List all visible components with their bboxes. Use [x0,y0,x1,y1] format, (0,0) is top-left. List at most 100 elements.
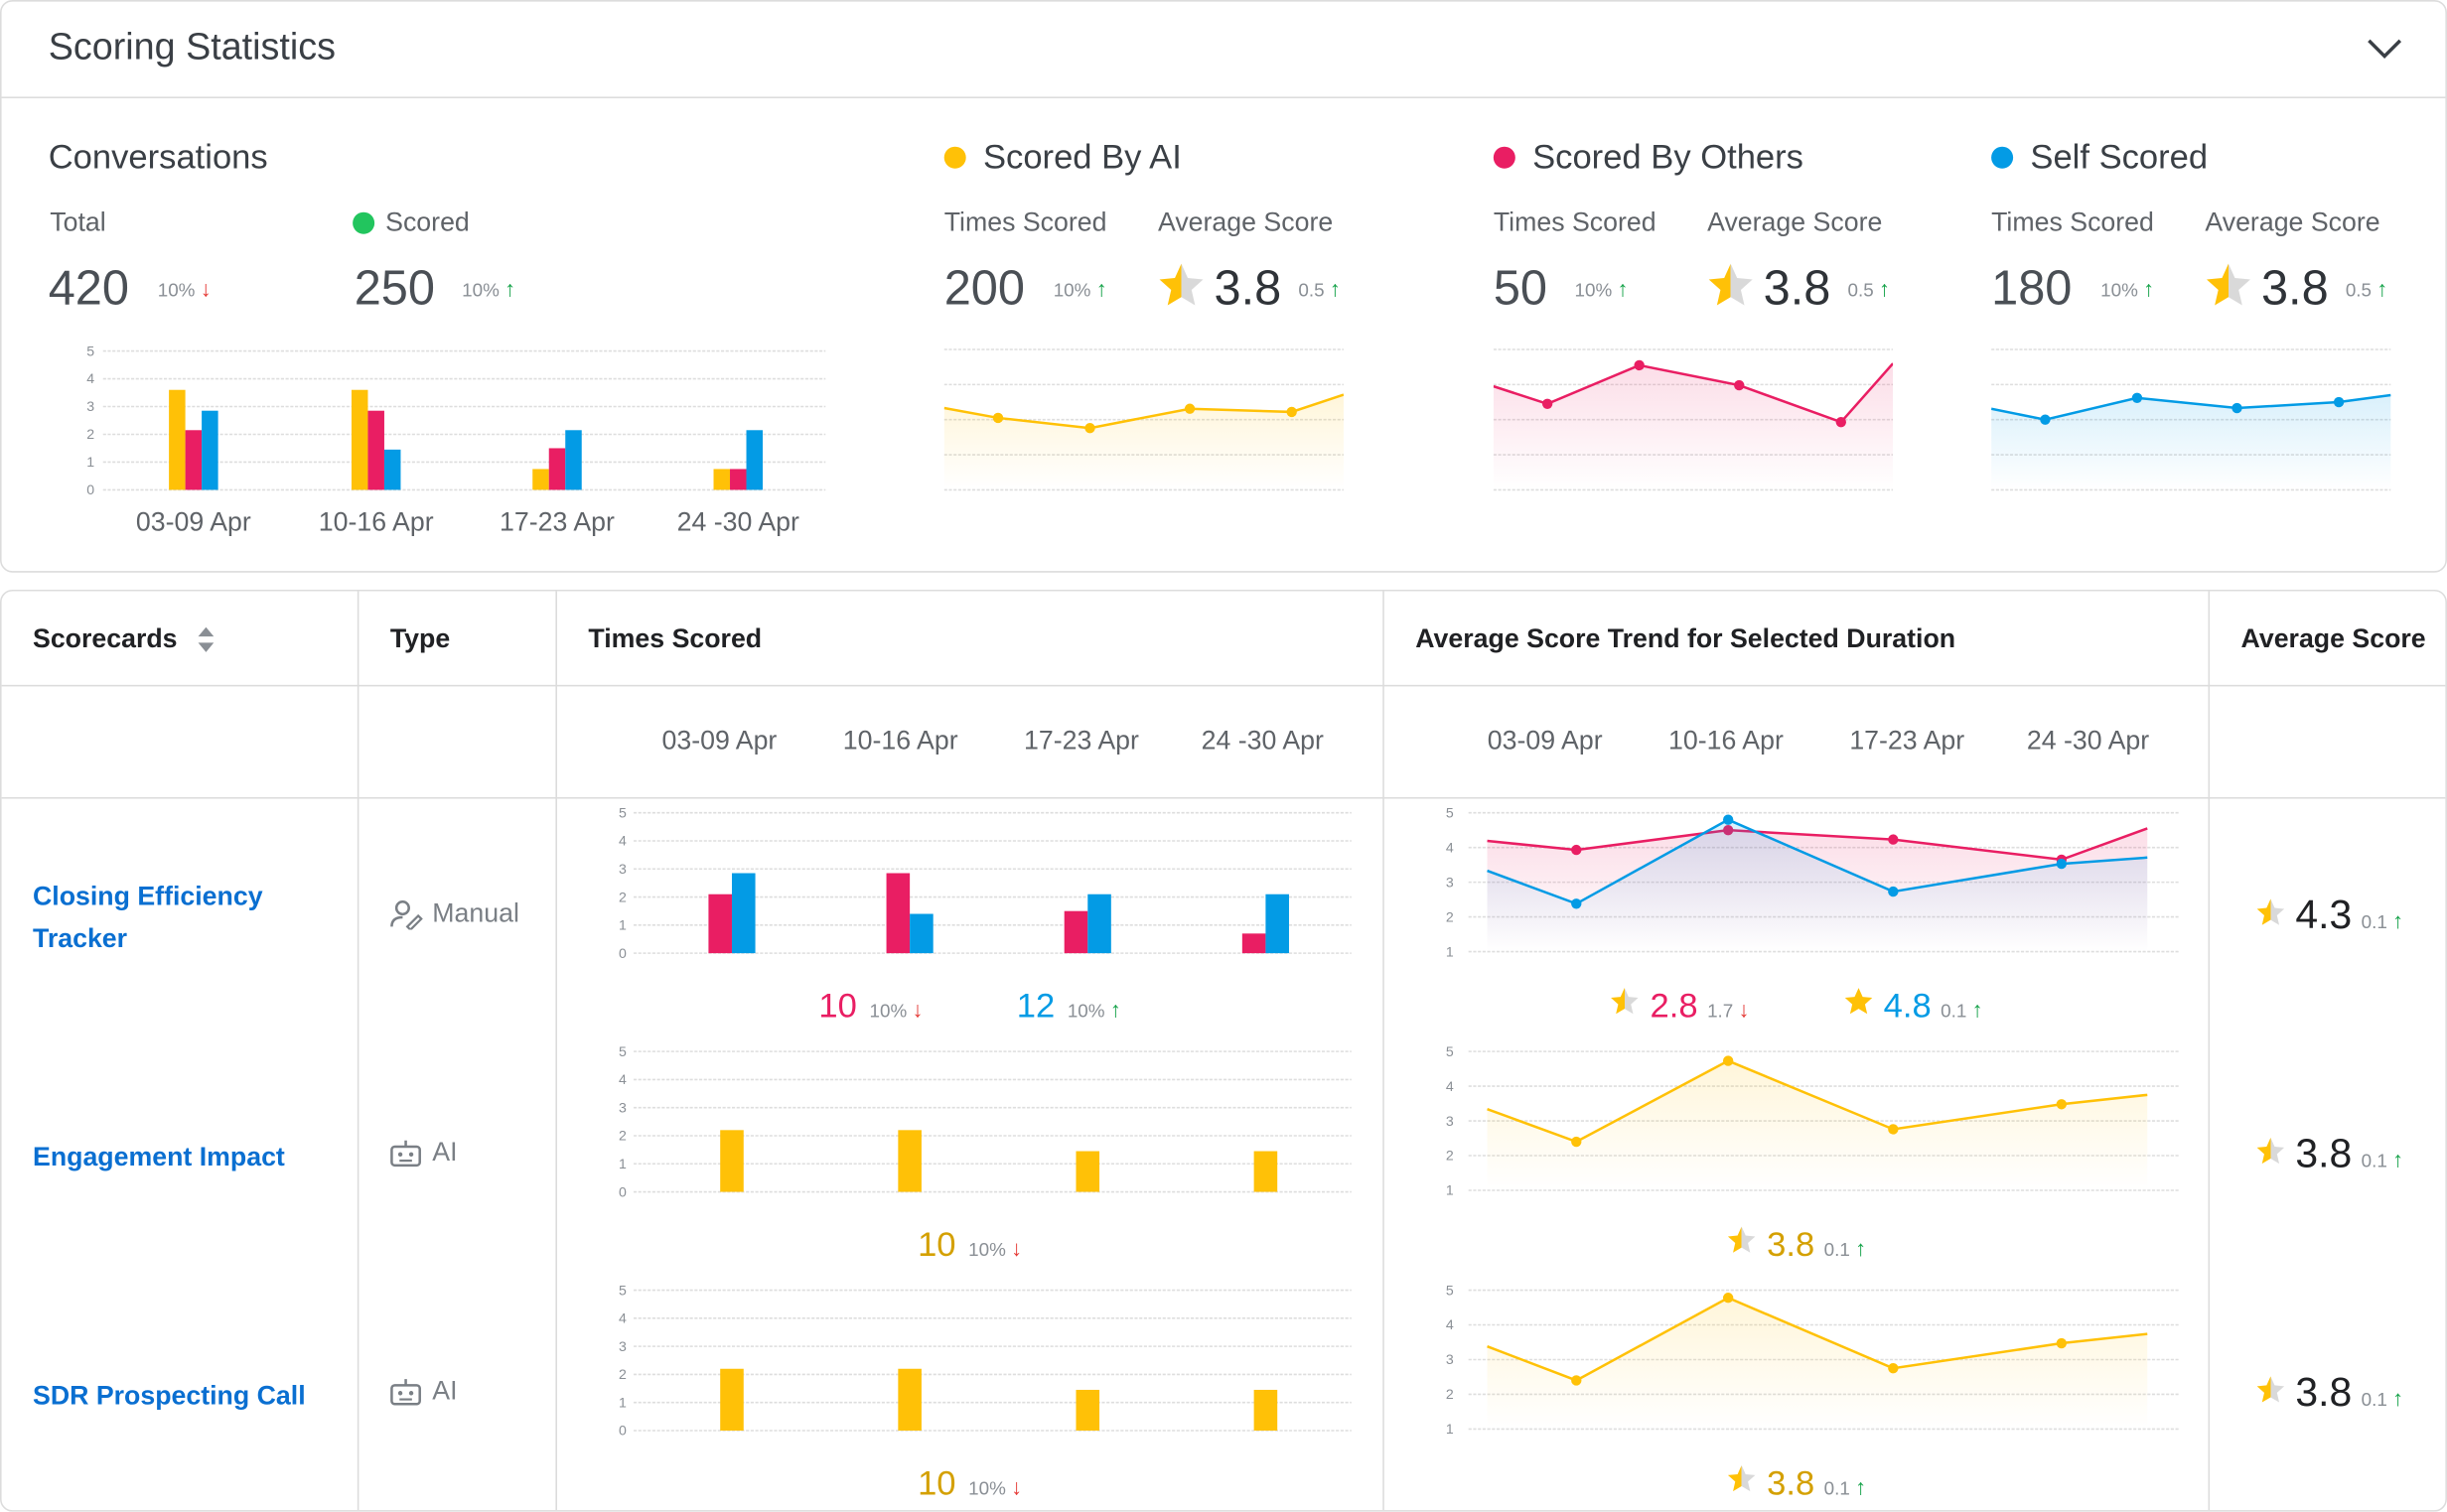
times-scored-bar-chart: 0 1 2 3 4 5 [619,804,1352,961]
y-tick-label: 3 [619,861,627,877]
scorecard-link[interactable]: Closing Efficiency Tracker [33,876,330,960]
bar [886,873,911,954]
y-tick-label: 2 [1446,908,1454,924]
trend-summary-item: 3.8 0.1 ↑ [1726,1463,1866,1504]
period-label: 03-09 Apr [1487,725,1603,756]
y-tick-label: 1 [1446,1421,1454,1437]
summary-change: 0.1 ↑ [1824,1474,1866,1499]
arrow-down-icon: ↓ [912,997,924,1023]
y-tick-label: 1 [86,454,94,470]
bar [708,893,732,954]
change-value: 10% [2100,279,2138,302]
sort-icon[interactable] [196,625,215,653]
average-score-label: Average Score [1157,206,1334,237]
times-scored-change: 10% ↑ [1054,276,1107,301]
y-tick-label: 0 [619,945,627,961]
times-scored-value: 180 [1991,260,2073,316]
ai-sparkline-chart [943,348,1344,491]
times-scored-summary: 10 10% ↓ [557,1225,1382,1266]
trend-summary-item: 4.8 0.1 ↑ [1843,986,1983,1027]
average-score-value: 4.3 [2295,891,2353,938]
arrow-up-icon: ↑ [2392,907,2404,933]
y-tick-label: 1 [1446,1182,1454,1198]
y-tick-label: 1 [1446,943,1454,959]
data-point [1571,1136,1582,1148]
y-tick-label: 1 [619,1394,627,1410]
scored-label: Scored [385,206,470,237]
scorecard-link[interactable]: SDR Prospecting Call [33,1374,330,1416]
star-icon-wrap [2204,260,2253,318]
change-value: 10% [968,1477,1006,1500]
type-label: AI [432,1375,458,1406]
summary-value: 4.8 [1883,986,1932,1026]
y-tick-label: 4 [619,1310,627,1326]
y-tick-label: 1 [619,917,627,933]
chevron-down-icon[interactable] [2366,36,2403,61]
column-header-scorecards[interactable]: Scorecards [33,624,215,655]
star-icon [2256,1376,2284,1403]
others-sparkline-chart [1493,348,1894,491]
y-tick-label: 2 [619,889,627,904]
times-scored-summary: 10 10% ↓ [557,1463,1382,1504]
data-point [1722,814,1734,825]
arrow-up-icon: ↑ [1879,276,1891,302]
data-point [1084,423,1095,434]
scorecards-table: Scorecards Type Times Scored Average Sco… [0,589,2447,1512]
average-score-cell: 4.3 0.1 ↑ [2210,891,2445,939]
star-icon [2256,898,2284,925]
times-scored-change: 10% ↑ [2100,276,2154,301]
bar [185,430,203,490]
data-point [1888,1124,1899,1135]
scorecard-link[interactable]: Engagement Impact [33,1136,330,1177]
conversations-title: Conversations [48,137,268,177]
column-header-trend: Average Score Trend for Selected Duratio… [1415,623,1956,654]
summary-value: 10 [918,1462,956,1503]
area-fill [1487,1298,2148,1430]
summary-card: Scoring Statistics Conversations Total 4… [0,0,2447,573]
bar [1265,893,1289,954]
row-divider [1,796,2446,799]
row-divider [2,1275,2446,1277]
period-label: 24 -30 Apr [2026,725,2150,756]
summary-change: 10% ↓ [968,1236,1022,1261]
column-header-times-scored: Times Scored [588,623,763,654]
user-edit-icon [390,900,423,930]
y-tick-label: 3 [619,1099,627,1115]
arrow-down-icon: ↓ [1011,1235,1023,1261]
summary-value: 10 [818,986,857,1026]
arrow-up-icon: ↑ [1329,276,1341,302]
area-fill [1493,363,1894,490]
arrow-up-icon: ↑ [1095,276,1107,302]
group-title: Self Scored [2030,137,2209,177]
group-title: Scored By Others [1532,137,1803,177]
data-point [1722,1055,1734,1066]
y-tick-label: 4 [1446,839,1454,855]
average-score-change: 0.1 ↑ [2362,1385,2403,1410]
times-scored-bar-chart: 0 1 2 3 4 5 [619,1043,1352,1199]
period-label: 03-09 Apr [661,725,778,756]
average-score-label: Average Score [1707,206,1883,237]
bar [1253,1151,1278,1192]
type-label: Manual [432,898,519,928]
average-score-change: 0.5 ↑ [2346,276,2387,301]
average-score-value: 3.8 [2260,260,2329,316]
trend-summary: 3.8 0.1 ↑ [1384,1225,2209,1266]
bar [898,1368,922,1431]
average-score-trend-chart: 1 2 3 4 5 [1446,1282,2179,1437]
average-score-value: 3.8 [2295,1129,2353,1176]
summary-value: 2.8 [1650,986,1698,1026]
change-value: 0.1 [2361,1388,2387,1411]
column-header-average-score: Average Score [2240,623,2426,654]
x-label: 17-23 Apr [500,506,615,537]
data-point [1184,403,1196,414]
bar [898,1130,922,1192]
data-point [1634,359,1645,371]
change-value: 10% [1053,279,1091,302]
summary-value: 12 [1016,986,1056,1026]
bar [548,448,566,490]
bar [1241,933,1266,954]
group-title: Scored By AI [982,137,1182,177]
star-icon-wrap [1706,260,1756,318]
average-score-change: 0.5 ↑ [1848,276,1890,301]
arrow-up-icon: ↑ [2376,276,2388,302]
